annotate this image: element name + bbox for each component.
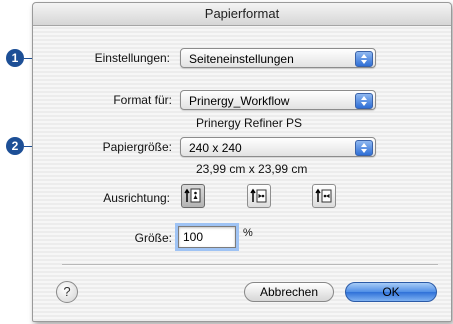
format-for-value: Prinergy_Workflow (189, 94, 290, 108)
popup-arrows-icon (355, 51, 373, 67)
window-title: Papierformat (33, 3, 451, 26)
callout-marker-1: 1 (6, 49, 24, 67)
scale-input[interactable]: 100 (178, 226, 236, 248)
format-for-popup[interactable]: Prinergy_Workflow (180, 90, 376, 110)
orientation-portrait-button[interactable] (181, 184, 205, 208)
paper-dimensions: 23,99 cm x 23,99 cm (196, 162, 308, 176)
orientation-label: Ausrichtung: (103, 191, 170, 205)
settings-value: Seiteneinstellungen (189, 52, 294, 66)
orientation-landscape-right-button[interactable] (312, 184, 336, 208)
paper-size-value: 240 x 240 (189, 141, 242, 155)
popup-arrows-icon (355, 140, 373, 156)
help-button[interactable]: ? (56, 281, 78, 303)
ok-button[interactable]: OK (345, 282, 437, 302)
scale-unit: % (243, 227, 253, 239)
printer-description: Prinergy Refiner PS (196, 116, 303, 130)
callout-marker-2: 2 (6, 137, 24, 155)
cancel-button[interactable]: Abbrechen (244, 282, 334, 302)
portrait-icon (184, 188, 201, 203)
scale-label: Größe: (134, 231, 172, 245)
paper-size-label: Papiergröße: (102, 140, 172, 154)
settings-popup[interactable]: Seiteneinstellungen (180, 48, 376, 68)
paper-size-popup[interactable]: 240 x 240 (180, 137, 376, 157)
orientation-landscape-left-button[interactable] (247, 184, 271, 208)
landscape-left-icon (250, 188, 267, 203)
divider (62, 264, 438, 266)
landscape-right-icon (315, 188, 332, 203)
settings-label: Einstellungen: (94, 51, 170, 65)
popup-arrows-icon (355, 93, 373, 109)
format-for-label: Format für: (113, 93, 172, 107)
